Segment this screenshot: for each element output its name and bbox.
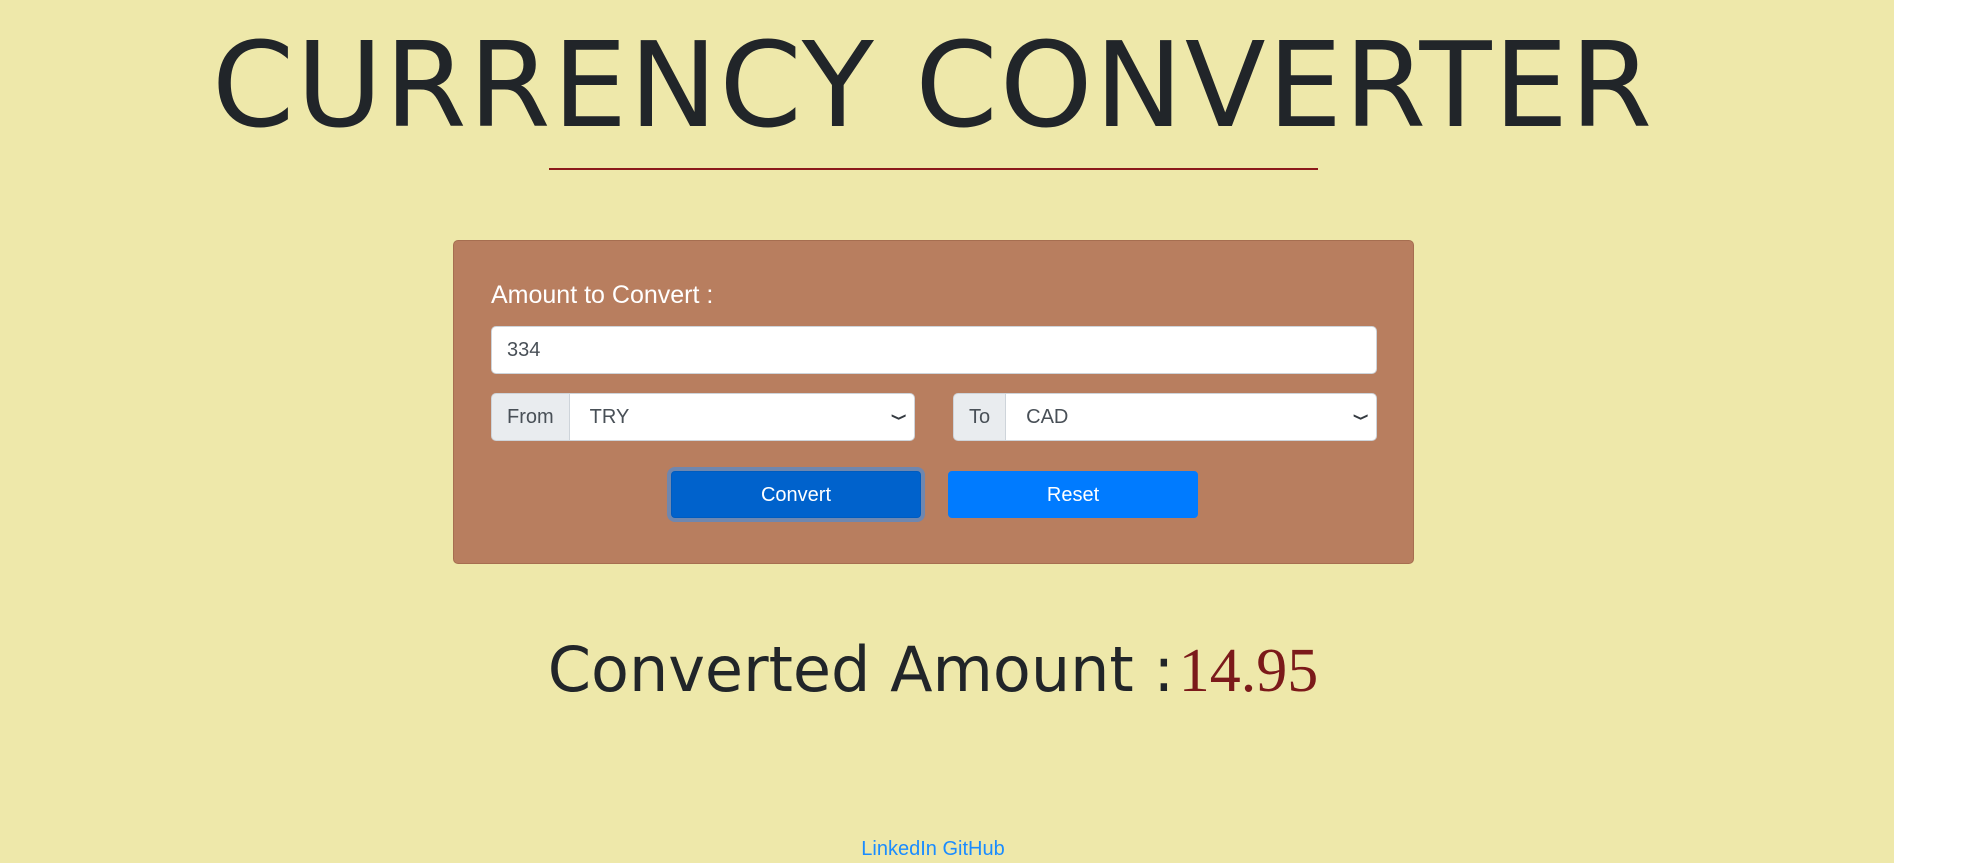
title-divider (549, 168, 1318, 170)
from-addon-label: From (491, 393, 569, 441)
page-background: CURRENCY CONVERTER Amount to Convert : 3… (0, 0, 1894, 863)
converter-card: Amount to Convert : 334 From TRY ❯ To CA… (453, 240, 1414, 564)
chevron-down-icon: ❯ (892, 412, 909, 422)
to-currency-select[interactable]: CAD ❯ (1005, 393, 1377, 441)
amount-input[interactable]: 334 (491, 326, 1377, 374)
to-currency-group: To CAD ❯ (953, 393, 1377, 441)
converted-amount-value: 14.95 (1178, 637, 1319, 705)
to-currency-value: CAD (1026, 406, 1069, 428)
converted-amount-label: Converted Amount : (547, 633, 1175, 706)
amount-label: Amount to Convert : (491, 281, 714, 309)
to-addon-label: To (953, 393, 1006, 441)
footer-links: LinkedIn GitHub (0, 838, 1866, 861)
from-currency-group: From TRY ❯ (491, 393, 915, 441)
from-currency-select[interactable]: TRY ❯ (568, 393, 915, 441)
page-title: CURRENCY CONVERTER (211, 16, 1655, 154)
reset-button[interactable]: Reset (948, 471, 1198, 518)
chevron-down-icon: ❯ (1354, 412, 1371, 422)
convert-button[interactable]: Convert (671, 471, 921, 518)
from-currency-value: TRY (589, 406, 630, 428)
github-link[interactable]: GitHub (942, 838, 1004, 860)
linkedin-link[interactable]: LinkedIn (861, 838, 937, 860)
converted-amount: Converted Amount : 14.95 (0, 625, 1866, 732)
